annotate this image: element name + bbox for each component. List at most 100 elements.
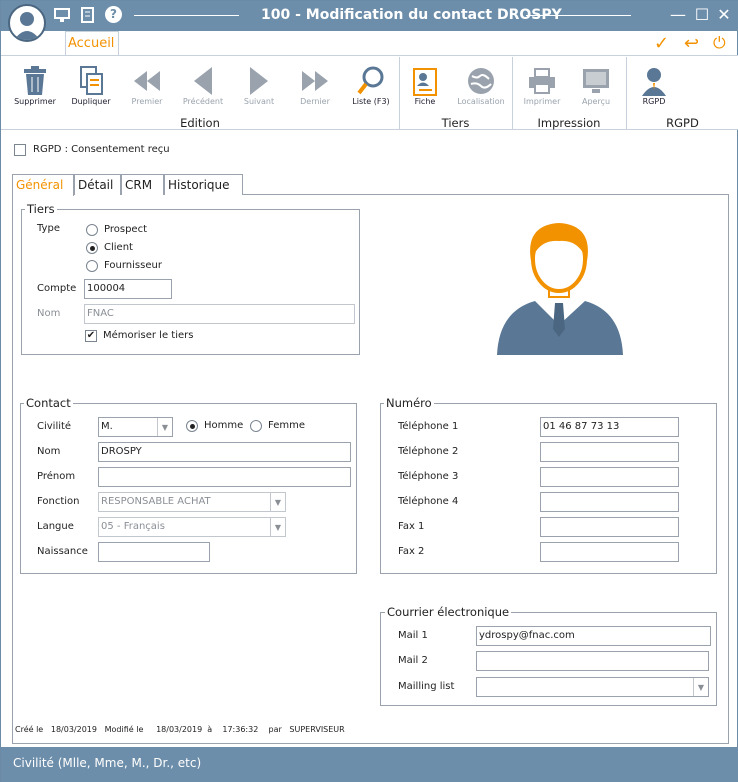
- phone-field[interactable]: [540, 492, 679, 512]
- print-label: Imprimer: [523, 97, 561, 106]
- magnifier-icon: [357, 66, 384, 95]
- homme-label: Homme: [204, 420, 244, 431]
- next-label: Suivant: [243, 97, 275, 106]
- phone-label: Téléphone 2: [398, 446, 459, 457]
- preview-button[interactable]: Aperçu: [568, 65, 624, 106]
- title-line-left: [134, 15, 239, 16]
- window-title: 100 - Modification du contact DROSPY: [261, 7, 562, 23]
- tab-general[interactable]: Général: [12, 174, 74, 196]
- mail1-field[interactable]: ydrospy@fnac.com: [476, 626, 711, 646]
- mailing-list-select[interactable]: ▼: [476, 677, 709, 697]
- last-icon: [302, 71, 328, 91]
- femme-label: Femme: [268, 420, 305, 431]
- client-label: Client: [104, 242, 133, 253]
- lastname-field[interactable]: DROSPY: [98, 442, 351, 462]
- language-select[interactable]: 05 - Français ▼: [98, 517, 286, 537]
- gdpr-button[interactable]: RGPD: [626, 65, 682, 106]
- minimize-icon[interactable]: —: [669, 5, 687, 25]
- radio-homme[interactable]: [186, 420, 198, 432]
- card-button[interactable]: Fiche: [397, 65, 453, 106]
- title-line-right: [526, 15, 631, 16]
- radio-prospect[interactable]: [86, 224, 98, 236]
- maximize-icon[interactable]: ☐: [693, 5, 711, 25]
- first-icon: [134, 71, 160, 91]
- first-button[interactable]: Premier: [119, 65, 175, 106]
- previous-icon: [194, 67, 212, 95]
- previous-button[interactable]: Précédent: [175, 65, 231, 106]
- tab-crm-label: CRM: [125, 178, 153, 192]
- trash-icon: [24, 66, 46, 95]
- civility-label: Civilité: [37, 421, 72, 432]
- phone-field[interactable]: [540, 517, 679, 537]
- account-field[interactable]: 100004: [84, 279, 172, 299]
- function-select[interactable]: RESPONSABLE ACHAT ▼: [98, 492, 286, 512]
- globe-icon: [468, 68, 494, 94]
- group-rgpd-label: RGPD: [666, 116, 699, 130]
- function-value: RESPONSABLE ACHAT: [101, 496, 211, 507]
- group-impression-label: Impression: [537, 116, 601, 130]
- modified-date: 18/03/2019: [156, 725, 203, 734]
- phone-label: Téléphone 4: [398, 496, 459, 507]
- language-value: 05 - Français: [101, 521, 165, 532]
- contact-legend: Contact: [24, 396, 73, 410]
- tiers-legend: Tiers: [25, 202, 57, 216]
- phone-field[interactable]: 01 46 87 73 13: [540, 417, 679, 437]
- list-button[interactable]: Liste (F3): [343, 65, 399, 106]
- birth-label: Naissance: [37, 546, 88, 557]
- last-button[interactable]: Dernier: [287, 65, 343, 106]
- undo-icon[interactable]: ↩: [684, 33, 699, 54]
- validate-icon[interactable]: ✓: [654, 33, 669, 54]
- duplicate-label: Dupliquer: [71, 97, 111, 106]
- power-icon[interactable]: ⏻: [713, 33, 726, 53]
- created-label: Créé le: [15, 725, 44, 734]
- previous-label: Précédent: [182, 97, 224, 106]
- monitor-icon[interactable]: [54, 7, 70, 26]
- tab-detail[interactable]: Détail: [74, 174, 121, 195]
- remember-tiers-checkbox[interactable]: ✔: [85, 330, 97, 342]
- tab-accueil-label: Accueil: [68, 36, 115, 51]
- tab-general-label: Général: [16, 178, 64, 192]
- firstname-field[interactable]: [98, 467, 351, 487]
- type-label: Type: [37, 223, 60, 234]
- chevron-down-icon: ▼: [270, 493, 285, 511]
- phone-label: Téléphone 3: [398, 471, 459, 482]
- phone-field[interactable]: [540, 442, 679, 462]
- duplicate-button[interactable]: Dupliquer: [63, 65, 119, 106]
- location-label: Localisation: [457, 97, 505, 106]
- mail2-field[interactable]: [476, 651, 709, 671]
- first-label: Premier: [131, 97, 163, 106]
- radio-femme[interactable]: [250, 420, 262, 432]
- user-avatar[interactable]: [8, 4, 46, 42]
- language-label: Langue: [37, 521, 74, 532]
- tab-crm[interactable]: CRM: [121, 174, 164, 195]
- help-icon[interactable]: ?: [105, 6, 122, 23]
- civility-select[interactable]: M. ▼: [98, 417, 173, 437]
- phone-field[interactable]: [540, 467, 679, 487]
- at-label: à: [207, 725, 213, 734]
- phone-label: Téléphone 1: [398, 421, 459, 432]
- email-legend: Courrier électronique: [385, 605, 512, 619]
- last-label: Dernier: [300, 97, 330, 106]
- edit-note-icon[interactable]: [80, 7, 96, 26]
- radio-fournisseur[interactable]: [86, 260, 98, 272]
- location-button[interactable]: Localisation: [453, 65, 509, 106]
- tab-historique[interactable]: Historique: [164, 174, 243, 195]
- tiers-name-field[interactable]: FNAC: [84, 304, 355, 324]
- close-icon[interactable]: ✕: [715, 5, 733, 25]
- print-button[interactable]: Imprimer: [514, 65, 570, 106]
- tab-accueil[interactable]: Accueil: [65, 31, 119, 56]
- phone-field[interactable]: [540, 542, 679, 562]
- delete-label: Supprimer: [14, 97, 56, 106]
- mail2-label: Mail 2: [398, 655, 428, 666]
- preview-label: Aperçu: [581, 97, 611, 106]
- gdpr-consent-checkbox[interactable]: [14, 144, 26, 156]
- next-button[interactable]: Suivant: [231, 65, 287, 106]
- radio-client[interactable]: [86, 242, 98, 254]
- delete-button[interactable]: Supprimer: [7, 65, 63, 106]
- gdpr-person-icon: [642, 68, 666, 96]
- birth-field[interactable]: [98, 542, 210, 562]
- remember-tiers-label: Mémoriser le tiers: [103, 330, 194, 341]
- firstname-label: Prénom: [37, 471, 76, 482]
- modified-label: Modifié le: [104, 725, 144, 734]
- chevron-down-icon: ▼: [270, 518, 285, 536]
